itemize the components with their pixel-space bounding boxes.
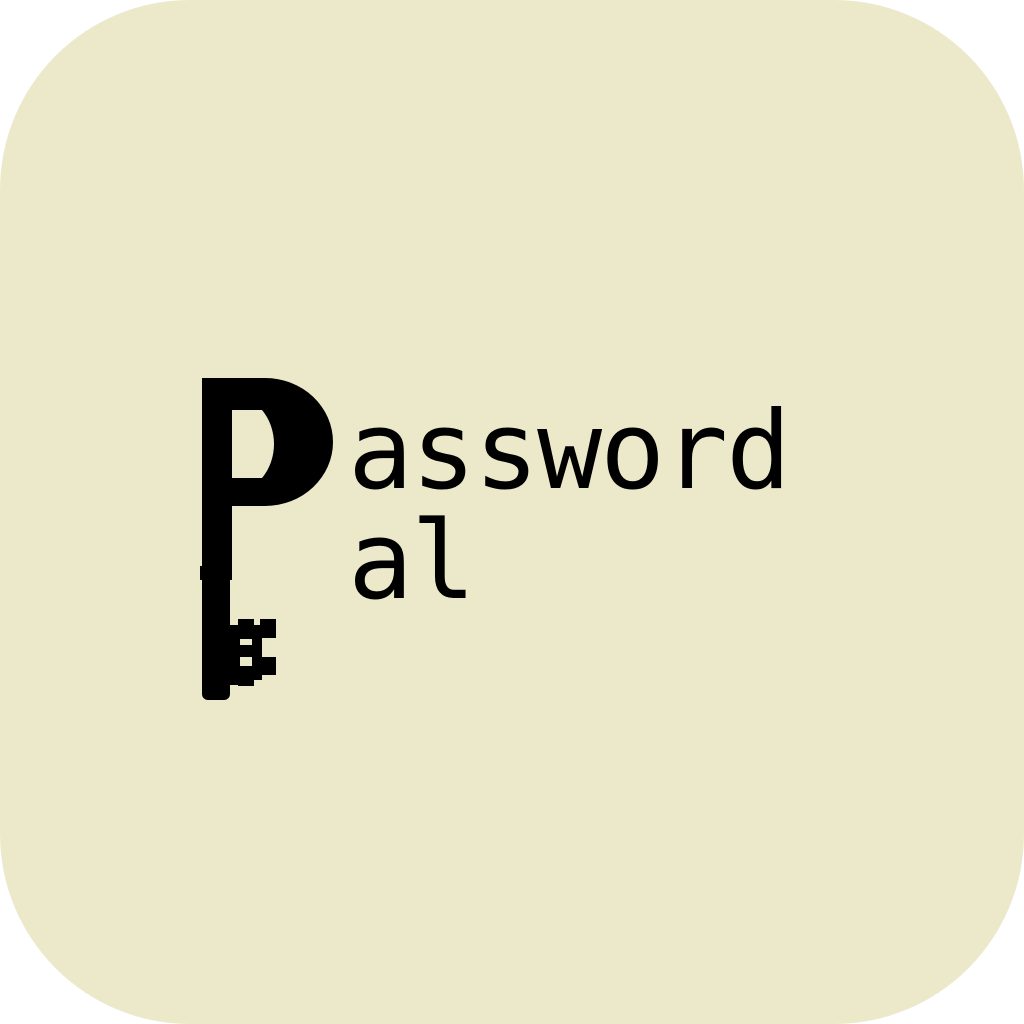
logo-text-line-2: al xyxy=(348,499,476,624)
app-icon: assword al xyxy=(0,0,1024,1024)
logo-text-line-1: assword xyxy=(348,389,791,514)
